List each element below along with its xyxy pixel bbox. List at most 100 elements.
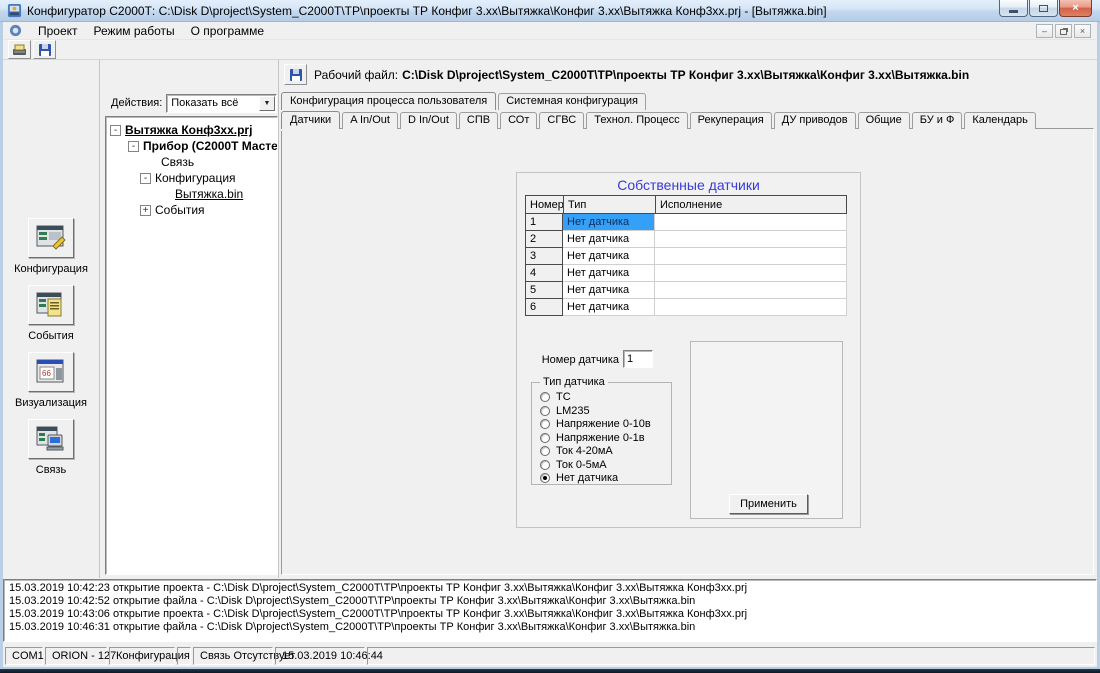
events-shortcut-button[interactable] (28, 285, 74, 325)
save-button[interactable] (33, 40, 56, 59)
table-row[interactable]: 1 Нет датчика (525, 214, 847, 231)
log-line: 15.03.2019 10:42:23 открытие проекта - C… (9, 582, 1094, 595)
main-panel: Рабочий файл: C:\Disk D\project\System_C… (278, 60, 1097, 578)
column-header-type: Тип (563, 195, 655, 214)
apply-button[interactable]: Применить (729, 494, 808, 514)
menu-mode[interactable]: Режим работы (86, 23, 183, 39)
tab-spv[interactable]: СПВ (459, 112, 498, 129)
status-com-port: COM1 (5, 647, 43, 665)
minimize-icon (1009, 10, 1018, 13)
tab-bu-f[interactable]: БУ и Ф (912, 112, 963, 129)
minimize-button[interactable] (999, 0, 1028, 17)
maximize-button[interactable] (1029, 0, 1058, 17)
workfile-path: C:\Disk D\project\System_C2000T\TP\проек… (402, 68, 969, 82)
tree-node-project[interactable]: - Вытяжка Конф3хх.prj (108, 122, 275, 138)
event-log[interactable]: 15.03.2019 10:42:23 открытие проекта - C… (3, 579, 1097, 642)
table-row[interactable]: 4 Нет датчика (525, 265, 847, 282)
app-window: Конфигуратор С2000Т: C:\Disk D\project\S… (0, 0, 1100, 673)
events-icon (35, 291, 67, 319)
tree-node-events[interactable]: + События (108, 202, 275, 218)
log-line: 15.03.2019 10:43:06 открытие проекта - C… (9, 608, 1094, 621)
window-title: Конфигуратор С2000Т: C:\Disk D\project\S… (27, 4, 827, 18)
tab-sensors[interactable]: Датчики (281, 111, 340, 129)
status-protocol: ORION - 127 (45, 647, 107, 665)
radio-lm235[interactable]: LM235 (540, 405, 671, 417)
table-row[interactable]: 2 Нет датчика (525, 231, 847, 248)
selected-cell[interactable]: Нет датчика (563, 214, 655, 231)
workspace: Конфигурация События (3, 60, 1097, 578)
sensor-number-input[interactable] (623, 350, 653, 368)
save-workfile-button[interactable] (284, 64, 307, 85)
restore-icon (1060, 29, 1067, 35)
radio-voltage-0-10[interactable]: Напряжение 0-10в (540, 418, 671, 430)
radio-current-0-5[interactable]: Ток 0-5мА (540, 459, 671, 471)
tab-user-process-config[interactable]: Конфигурация процесса пользователя (281, 92, 496, 110)
tab-du-drives[interactable]: ДУ приводов (774, 112, 856, 129)
radio-icon[interactable] (540, 406, 550, 416)
mdi-minimize-button[interactable]: – (1036, 24, 1053, 38)
menu-about[interactable]: О программе (183, 23, 272, 39)
column-header-implementation: Исполнение (655, 195, 847, 214)
tab-a-in-out[interactable]: A In/Out (342, 112, 398, 129)
table-row[interactable]: 3 Нет датчика (525, 248, 847, 265)
own-sensors-title: Собственные датчики (517, 177, 860, 193)
tab-calendar[interactable]: Календарь (964, 112, 1036, 129)
table-row[interactable]: 5 Нет датчика (525, 282, 847, 299)
main-toolbar (3, 40, 1097, 60)
configuration-shortcut-button[interactable] (28, 218, 74, 258)
radio-voltage-0-1[interactable]: Напряжение 0-1в (540, 432, 671, 444)
mdi-restore-button[interactable] (1055, 24, 1072, 38)
chevron-down-icon[interactable]: ▼ (259, 96, 275, 111)
radio-icon[interactable] (540, 446, 550, 456)
radio-icon[interactable] (540, 460, 550, 470)
tree-node-configuration[interactable]: - Конфигурация (108, 170, 275, 186)
radio-selected-icon[interactable] (540, 473, 550, 483)
actions-label: Действия: (111, 97, 162, 109)
radio-current-4-20[interactable]: Ток 4-20мА (540, 445, 671, 457)
collapse-icon[interactable]: - (140, 173, 151, 184)
tree-node-link[interactable]: Связь (108, 154, 275, 170)
tab-content: Собственные датчики Номер Тип Исполнение… (281, 128, 1094, 575)
actions-dropdown[interactable]: Показать всё ▼ (166, 94, 277, 113)
tree-node-device[interactable]: - Прибор (С2000Т Мастер) (108, 138, 275, 154)
tab-tech-process[interactable]: Технол. Процесс (586, 112, 687, 129)
mdi-close-button[interactable]: × (1074, 24, 1091, 38)
collapse-icon[interactable]: - (128, 141, 139, 152)
collapse-icon[interactable]: - (110, 125, 121, 136)
menu-project[interactable]: Проект (30, 23, 86, 39)
title-bar: Конфигуратор С2000Т: C:\Disk D\project\S… (0, 0, 1100, 22)
shortcut-label-events: События (28, 330, 73, 342)
radio-icon[interactable] (540, 419, 550, 429)
window-frame-bottom (0, 667, 1100, 673)
radio-tc[interactable]: ТС (540, 391, 671, 403)
status-connection: Связь Отсутствует (193, 647, 273, 665)
status-extra (367, 647, 1095, 665)
link-shortcut-button[interactable] (28, 419, 74, 459)
status-spacer (177, 647, 191, 665)
svg-text:66: 66 (42, 369, 51, 378)
tab-system-config[interactable]: Системная конфигурация (498, 93, 646, 110)
radio-no-sensor[interactable]: Нет датчика (540, 472, 671, 484)
open-project-button[interactable] (8, 40, 31, 59)
tree-node-file[interactable]: Вытяжка.bin (108, 186, 275, 202)
close-button[interactable]: × (1059, 0, 1092, 17)
visualization-icon: 66 (35, 358, 67, 386)
expand-icon[interactable]: + (140, 205, 151, 216)
radio-icon[interactable] (540, 392, 550, 402)
radio-icon[interactable] (540, 433, 550, 443)
project-tree-panel: Действия: Показать всё ▼ - Вытяжка Конф3… (103, 60, 280, 578)
mdi-child-icon (9, 24, 22, 37)
tab-general[interactable]: Общие (858, 112, 910, 129)
column-header-number: Номер (525, 195, 563, 214)
table-row[interactable]: 6 Нет датчика (525, 299, 847, 316)
workfile-row: Рабочий файл: C:\Disk D\project\System_C… (279, 60, 1097, 89)
visualization-shortcut-button[interactable]: 66 (28, 352, 74, 392)
tab-sgvs[interactable]: СГВС (539, 112, 584, 129)
table-header-row: Номер Тип Исполнение (525, 195, 847, 214)
sensor-number-label: Номер датчика (517, 354, 619, 366)
sensor-type-legend: Тип датчика (540, 376, 608, 388)
tab-recuperation[interactable]: Рекуперация (690, 112, 772, 129)
tab-sot[interactable]: СОт (500, 112, 537, 129)
tab-d-in-out[interactable]: D In/Out (400, 112, 457, 129)
shortcut-label-configuration: Конфигурация (14, 263, 88, 275)
